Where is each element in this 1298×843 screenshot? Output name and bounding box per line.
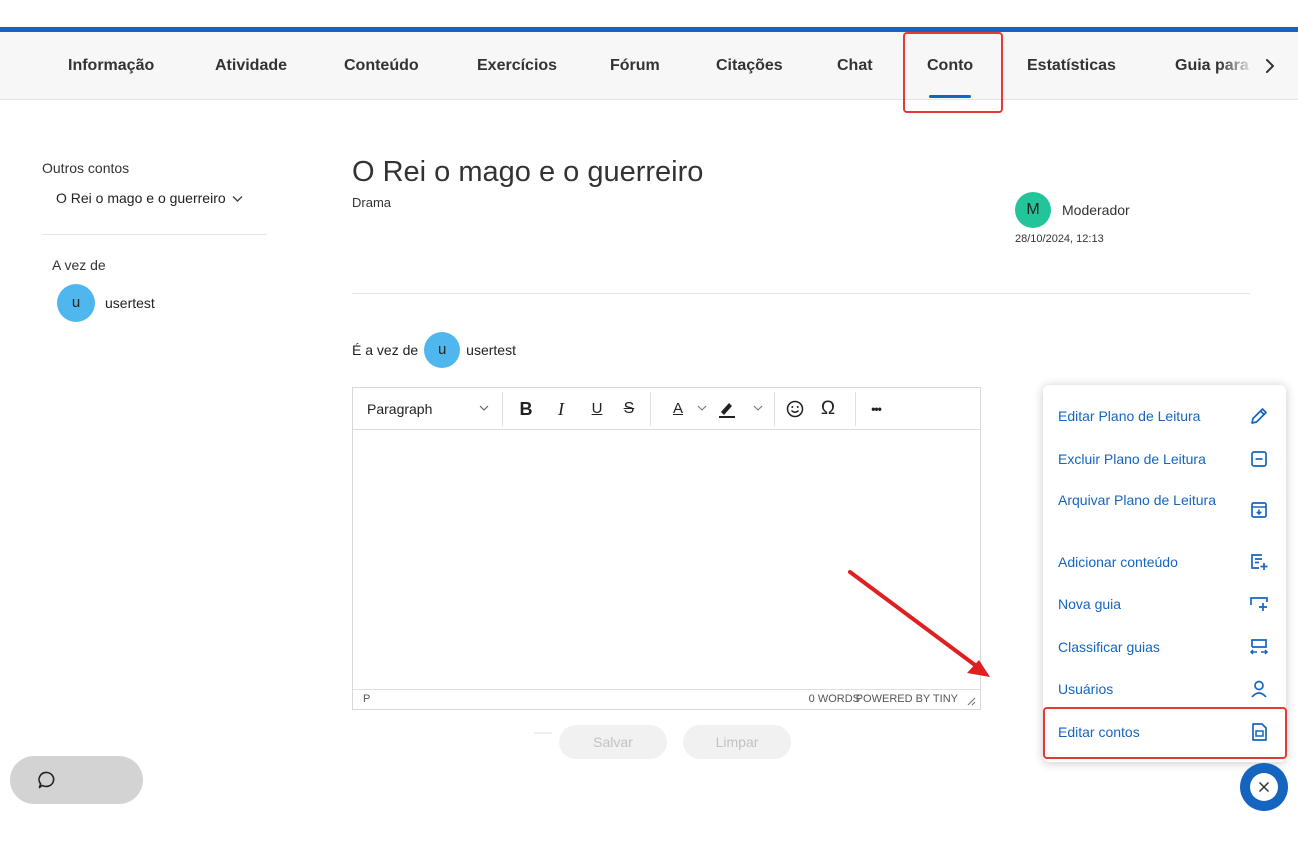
add-content-icon — [1251, 554, 1268, 570]
menu-item-sort-tabs[interactable]: Classificar guias — [1043, 636, 1286, 658]
tab-forum[interactable]: Fórum — [610, 32, 660, 100]
chevron-right-icon[interactable] — [1258, 54, 1282, 78]
other-stories-label: Outros contos — [42, 160, 130, 176]
story-title: O Rei o mago e o guerreiro — [352, 156, 704, 188]
toolbar-separator — [650, 392, 651, 426]
rich-text-editor: Paragraph B I U S A Ω ••• P 0 WORDS POWE… — [352, 387, 981, 710]
tab-exercicios[interactable]: Exercícios — [477, 32, 557, 100]
element-path[interactable]: P — [363, 693, 370, 705]
editor-statusbar: P 0 WORDS POWERED BY TINY — [353, 689, 980, 709]
resize-handle-icon[interactable] — [964, 694, 976, 706]
chevron-down-icon[interactable] — [697, 403, 707, 413]
new-tab-icon — [1250, 597, 1268, 611]
menu-item-new-tab[interactable]: Nova guia — [1043, 593, 1286, 615]
special-character-button[interactable]: Ω — [816, 388, 840, 430]
chevron-down-icon — [232, 196, 243, 203]
chat-button[interactable] — [10, 756, 143, 804]
block-format-select[interactable]: Paragraph — [367, 388, 432, 430]
sidebar-divider — [42, 234, 267, 235]
tab-estatisticas[interactable]: Estatísticas — [1027, 32, 1116, 100]
menu-item-users[interactable]: Usuários — [1043, 678, 1286, 700]
menu-item-edit-plan[interactable]: Editar Plano de Leitura — [1043, 405, 1286, 427]
action-menu: Editar Plano de Leitura Excluir Plano de… — [1043, 385, 1286, 762]
tab-atividade[interactable]: Atividade — [215, 32, 287, 100]
avatar: u — [424, 332, 461, 368]
menu-item-label: Nova guia — [1058, 596, 1122, 612]
tab-conteudo[interactable]: Conteúdo — [344, 32, 419, 100]
turn-label: A vez de — [52, 257, 106, 273]
fab-inner — [1250, 773, 1278, 801]
font-color-button[interactable]: A — [667, 388, 689, 430]
menu-item-add-content[interactable]: Adicionar conteúdo — [1043, 551, 1286, 573]
underline-button[interactable]: U — [585, 388, 609, 430]
strikethrough-button[interactable]: S — [617, 388, 641, 430]
editor-content-area[interactable] — [353, 431, 980, 689]
highlighter-icon[interactable] — [716, 398, 738, 420]
pencil-icon — [1251, 408, 1267, 424]
save-button[interactable]: Salvar — [559, 725, 667, 759]
chevron-down-icon[interactable] — [478, 402, 490, 414]
author-name: Moderador — [1062, 202, 1130, 218]
menu-item-label: Excluir Plano de Leitura — [1058, 451, 1206, 467]
story-genre: Drama — [352, 195, 392, 210]
powered-by-link[interactable]: POWERED BY TINY — [856, 693, 958, 705]
avatar: M — [1015, 192, 1051, 228]
avatar: u — [57, 284, 95, 322]
close-menu-button[interactable] — [1240, 763, 1288, 811]
content-divider — [352, 293, 1250, 294]
user-icon — [1251, 680, 1267, 698]
menu-item-label: Editar Plano de Leitura — [1058, 408, 1201, 424]
menu-item-delete-plan[interactable]: Excluir Plano de Leitura — [1043, 448, 1286, 470]
tab-chat[interactable]: Chat — [837, 32, 873, 100]
menu-item-label: Adicionar conteúdo — [1058, 554, 1178, 570]
highlight-box-menu — [1043, 707, 1287, 759]
minus-box-icon — [1251, 451, 1267, 467]
current-turn-label: É a vez de — [352, 342, 419, 358]
author-date: 28/10/2024, 12:13 — [1015, 233, 1104, 245]
toolbar-separator — [502, 392, 503, 426]
menu-item-label: Classificar guias — [1058, 639, 1160, 655]
menu-item-label: Usuários — [1058, 681, 1114, 697]
editor-toolbar: Paragraph B I U S A Ω ••• — [353, 388, 980, 430]
chat-bubble-icon — [38, 771, 55, 789]
clear-button[interactable]: Limpar — [683, 725, 791, 759]
current-turn: É a vez de u usertest — [352, 332, 516, 368]
word-count[interactable]: 0 WORDS — [809, 693, 860, 705]
story-select[interactable]: O Rei o mago e o guerreiro — [56, 190, 243, 206]
close-icon — [1258, 781, 1270, 793]
tab-informacao[interactable]: Informação — [68, 32, 154, 100]
highlight-box-tab — [903, 32, 1003, 113]
turn-user-name: usertest — [105, 295, 155, 311]
tab-guia-para[interactable]: Guia para — [1175, 32, 1255, 100]
chevron-down-icon[interactable] — [753, 403, 763, 413]
story-author: M Moderador — [1015, 192, 1130, 228]
menu-item-label: Arquivar Plano de Leitura — [1058, 492, 1216, 508]
more-button[interactable]: ••• — [861, 388, 891, 430]
divider — [534, 732, 552, 734]
turn-user: u usertest — [57, 284, 155, 322]
toolbar-separator — [774, 392, 775, 426]
tab-citacoes[interactable]: Citações — [716, 32, 783, 100]
sort-tabs-icon — [1249, 639, 1269, 655]
bold-button[interactable]: B — [513, 388, 539, 430]
italic-button[interactable]: I — [550, 388, 572, 430]
menu-item-archive-plan[interactable]: Arquivar Plano de Leitura — [1043, 488, 1286, 532]
tab-bar: Informação Atividade Conteúdo Exercícios… — [0, 32, 1298, 100]
emoji-icon[interactable] — [785, 399, 805, 419]
story-select-value: O Rei o mago e o guerreiro — [56, 190, 226, 206]
archive-icon — [1251, 502, 1267, 518]
toolbar-separator — [855, 392, 856, 426]
current-turn-user: usertest — [466, 342, 516, 358]
